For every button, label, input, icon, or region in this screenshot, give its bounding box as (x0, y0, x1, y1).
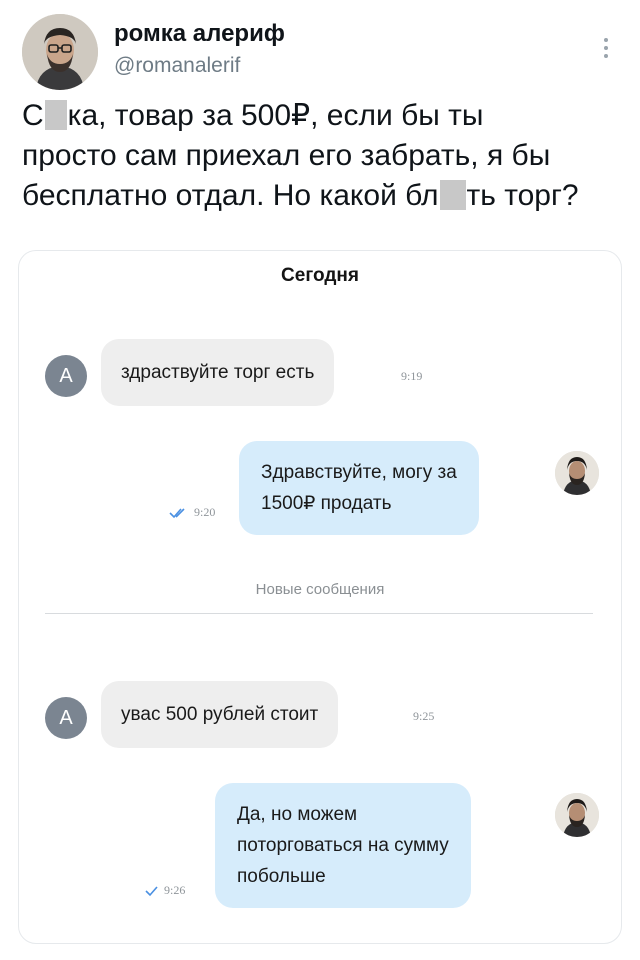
incoming-message-bubble: увас 500 рублей стоит (101, 681, 339, 748)
outgoing-message-bubble: Здравствуйте, могу за 1500₽ продать (239, 441, 479, 535)
message-text: увас 500 рублей стоит (121, 704, 319, 725)
tweet-text-line: бесплатно отдал. Но какой бл ть торг? (22, 179, 579, 212)
tweet-text-line: Ска, товар за 500₽, если бы ты (22, 99, 484, 132)
incoming-message-bubble: здраствуйте торг есть (101, 339, 335, 406)
message-text: здраствуйте торг есть (121, 362, 315, 383)
own-avatar (555, 451, 599, 495)
message-text: Да, но можем (237, 804, 358, 825)
message-text: поторговаться на сумму (237, 835, 449, 856)
sender-avatar: А (45, 697, 87, 739)
tweet-text: Ска, товар за 500₽, если бы ты просто са… (22, 96, 622, 216)
message-text: побольше (237, 866, 326, 887)
message-time: 9:26 (164, 883, 186, 897)
new-messages-divider (45, 613, 593, 614)
more-vertical-icon[interactable] (596, 30, 616, 66)
author-display-name[interactable]: ромка алериф (114, 20, 285, 48)
attached-chat-image[interactable]: Сегодня А здраствуйте торг есть 9:19 9:2… (18, 250, 622, 944)
message-text: Здравствуйте, могу за (261, 462, 457, 483)
tweet-text-line: просто сам приехал его забрать, я бы (22, 139, 551, 172)
censor-block (439, 180, 466, 210)
message-time: 9:19 (401, 369, 423, 383)
check-icon (145, 885, 158, 896)
chat-date-label: Сегодня (281, 265, 359, 286)
sender-avatar: А (45, 355, 87, 397)
censor-block (44, 100, 67, 130)
message-text: 1500₽ продать (261, 493, 392, 514)
own-avatar (555, 793, 599, 837)
outgoing-message-bubble: Да, но можем поторговаться на сумму побо… (215, 783, 471, 908)
author-handle[interactable]: @romanalerif (114, 54, 240, 78)
message-status: 9:26 (145, 883, 185, 898)
double-check-icon (169, 507, 185, 518)
author-avatar[interactable] (22, 14, 98, 90)
new-messages-divider-label: Новые сообщения (255, 581, 385, 598)
message-time: 9:25 (413, 709, 435, 723)
message-status: 9:20 (169, 505, 215, 520)
tweet-header: ромка алериф @romanalerif (18, 10, 622, 90)
message-time: 9:20 (194, 505, 216, 519)
